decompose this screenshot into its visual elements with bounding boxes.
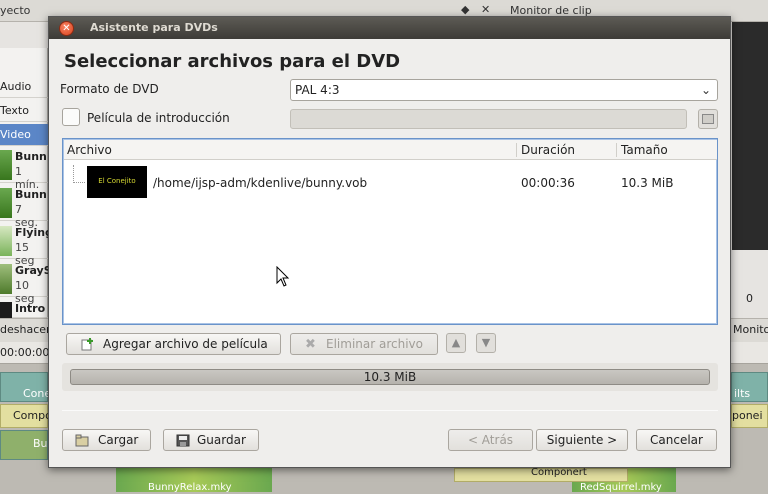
dvd-format-select[interactable]: PAL 4:3 ⌄ — [290, 79, 718, 101]
timeline-clip[interactable]: Bu — [0, 430, 48, 460]
timeline-clip-label: BunnyRelax.mky — [148, 482, 232, 493]
timeline-clip[interactable]: BunnyRelax.mky — [116, 468, 272, 493]
save-icon — [176, 434, 190, 447]
bin-clip[interactable]: Intro — [0, 299, 48, 318]
arrow-up-icon: ▲ — [451, 336, 461, 349]
page-title: Seleccionar archivos para el DVD — [64, 51, 401, 72]
dialog-titlebar[interactable]: ✕ Asistente para DVDs — [49, 17, 730, 39]
undo-history-tab[interactable]: deshacer — [0, 323, 51, 336]
arrow-down-icon: ▼ — [481, 336, 491, 349]
load-label: Cargar — [98, 433, 139, 447]
add-movie-file-button[interactable]: Agregar archivo de película — [66, 333, 281, 355]
bin-item-text[interactable]: Texto — [0, 100, 48, 122]
load-button[interactable]: Cargar — [62, 429, 151, 451]
monitor-controls: 0 — [732, 250, 768, 320]
remove-icon: ✖ — [305, 337, 316, 352]
file-path: /home/ijsp-adm/kdenlive/bunny.vob — [153, 176, 368, 190]
bin-clip[interactable]: GraySl 10 seg — [0, 261, 55, 305]
bin-clip[interactable]: Bunn 1 mín. — [0, 147, 48, 191]
save-button[interactable]: Guardar — [163, 429, 259, 451]
clip-name: Intro — [15, 302, 46, 315]
file-list[interactable]: Archivo Duración Tamaño El Conejito /hom… — [62, 138, 718, 325]
folder-icon — [75, 434, 89, 447]
column-header-duration[interactable]: Duración — [521, 143, 575, 157]
back-button[interactable]: < Atrás — [448, 429, 533, 451]
back-label: < Atrás — [467, 433, 514, 447]
bin-item-video[interactable]: Video — [0, 124, 48, 146]
move-up-button[interactable]: ▲ — [446, 333, 466, 353]
column-header-file[interactable]: Archivo — [67, 143, 112, 157]
close-window-button[interactable]: ✕ — [59, 21, 74, 36]
next-label: Siguiente > — [546, 433, 618, 447]
close-dock-icon[interactable]: ✕ — [481, 3, 490, 16]
mouse-cursor-icon — [276, 266, 290, 287]
add-movie-file-label: Agregar archivo de película — [103, 337, 268, 351]
bin-item-audio[interactable]: Audio — [0, 76, 48, 98]
clip-thumbnail — [0, 150, 12, 180]
tree-branch — [73, 165, 85, 183]
clip-thumbnail — [0, 188, 12, 218]
dialog-title: Asistente para DVDs — [90, 21, 218, 34]
save-label: Guardar — [197, 433, 246, 447]
intro-movie-checkbox[interactable] — [62, 108, 80, 126]
remove-file-button[interactable]: ✖ Eliminar archivo — [290, 333, 438, 355]
add-file-icon — [81, 338, 93, 351]
timeline-composite[interactable]: Componert — [454, 467, 628, 482]
dvd-size-panel: 10.3 MiB — [62, 363, 718, 391]
bin-clip[interactable]: Flying 15 seg — [0, 223, 53, 267]
intro-movie-browse-button — [698, 109, 718, 129]
chevron-down-icon: ⌄ — [700, 83, 711, 97]
timeline-clip-label: Compo — [13, 409, 52, 422]
timeline-clip-label: Bu — [33, 437, 48, 450]
bin-clip[interactable]: Bunn 7 seg. — [0, 185, 48, 229]
timeline-clip-label: ilts — [734, 387, 751, 400]
clip-name: Bunn — [15, 150, 47, 163]
open-file-icon — [702, 114, 714, 124]
monitor-counter: 0 — [746, 292, 753, 305]
float-icon[interactable]: ◆ — [461, 3, 469, 16]
timeline-clip-label: RedSquirrel.mky — [580, 482, 662, 493]
column-header-size[interactable]: Tamaño — [621, 143, 668, 157]
intro-movie-path-field — [290, 109, 687, 129]
timeline-clip-label: Componert — [531, 467, 587, 478]
remove-file-label: Eliminar archivo — [326, 337, 423, 351]
timeline-timecode: 00:00:00 — [0, 346, 50, 359]
file-size: 10.3 MiB — [621, 176, 674, 190]
move-down-button[interactable]: ▼ — [476, 333, 496, 353]
file-row[interactable]: El Conejito /home/ijsp-adm/kdenlive/bunn… — [64, 163, 717, 203]
thumbnail-caption: El Conejito — [98, 177, 136, 185]
monitor-tab[interactable]: Monito — [733, 323, 768, 336]
dvd-format-label: Formato de DVD — [60, 82, 159, 96]
dialog-divider — [62, 410, 718, 411]
project-dock-title: yecto — [0, 4, 31, 17]
project-bin: Audio Texto Video Bunn 1 mín. Bunn 7 seg… — [0, 48, 55, 318]
clip-thumbnail — [0, 302, 12, 318]
file-list-header: Archivo Duración Tamaño — [64, 140, 717, 160]
timeline-clip-label: Cone — [23, 387, 52, 400]
dvd-size-bar: 10.3 MiB — [70, 369, 710, 385]
video-thumbnail: El Conejito — [87, 166, 147, 198]
cancel-button[interactable]: Cancelar — [636, 429, 717, 451]
file-duration: 00:00:36 — [521, 176, 575, 190]
dvd-wizard-dialog: ✕ Asistente para DVDs Seleccionar archiv… — [48, 16, 731, 468]
timeline-clip-label: ponei — [732, 409, 763, 422]
column-divider — [616, 143, 617, 157]
dvd-format-value: PAL 4:3 — [295, 83, 340, 97]
clip-thumbnail — [0, 226, 12, 256]
column-divider — [516, 143, 517, 157]
timeline-clip[interactable]: ilts — [731, 372, 768, 402]
timeline-clip[interactable]: Cone — [0, 372, 52, 402]
cancel-label: Cancelar — [650, 433, 703, 447]
next-button[interactable]: Siguiente > — [536, 429, 628, 451]
timeline-composite[interactable]: Compo — [0, 404, 52, 428]
timeline-composite[interactable]: ponei — [731, 404, 768, 428]
clip-name: Bunn — [15, 188, 47, 201]
intro-movie-label[interactable]: Película de introducción — [87, 111, 230, 125]
clip-thumbnail — [0, 264, 12, 294]
